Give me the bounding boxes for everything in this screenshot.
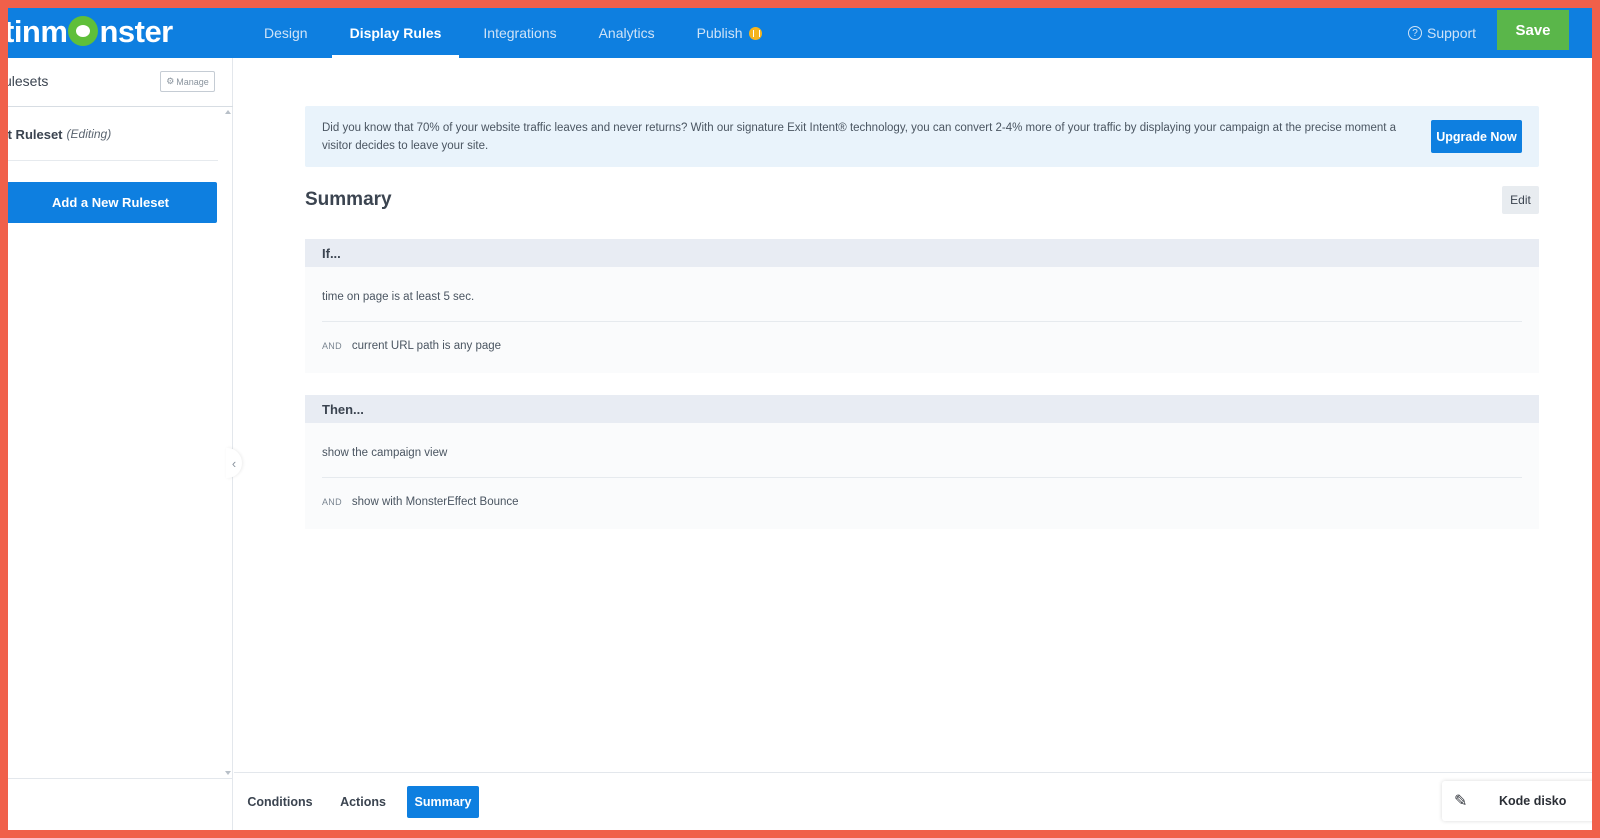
condition-text: current URL path is any page [352, 340, 501, 352]
action-row: AND show with MonsterEffect Bounce [322, 477, 1522, 525]
action-row: show the campaign view [322, 429, 1522, 477]
ruleset-editing-state: (Editing) [67, 127, 112, 141]
sidebar-scrollbar[interactable] [225, 110, 231, 775]
scroll-up-arrow-icon[interactable] [225, 110, 231, 114]
and-label: AND [322, 497, 342, 507]
exit-intent-upsell-banner: Did you know that 70% of your website tr… [305, 106, 1539, 167]
rulesets-sidebar: ulesets ⚙ Manage lt Ruleset (Editing) Ad… [8, 58, 233, 830]
app-frame: tinmnster Design Display Rules Integrati… [8, 8, 1592, 830]
and-label: AND [322, 341, 342, 351]
summary-title: Summary [305, 189, 392, 211]
condition-row: time on page is at least 5 sec. [322, 273, 1522, 321]
pause-badge-icon [749, 27, 762, 40]
sidebar-header: ulesets ⚙ Manage [8, 58, 233, 107]
action-text: show with MonsterEffect Bounce [352, 496, 519, 508]
top-navigation-bar: tinmnster Design Display Rules Integrati… [8, 8, 1592, 58]
main-content: Did you know that 70% of your website tr… [234, 58, 1592, 780]
support-link[interactable]: ? Support [1408, 8, 1476, 58]
kode-label: Kode disko [1499, 794, 1566, 808]
sidebar-title: ulesets [8, 73, 48, 89]
tab-conditions[interactable]: Conditions [244, 786, 316, 818]
edit-button[interactable]: Edit [1502, 186, 1539, 214]
tab-summary[interactable]: Summary [407, 786, 479, 818]
upsell-text: Did you know that 70% of your website tr… [322, 119, 1402, 155]
then-panel-title: Then... [305, 395, 1539, 423]
gear-icon: ⚙ [166, 76, 174, 87]
manage-button[interactable]: ⚙ Manage [160, 71, 215, 92]
condition-row: AND current URL path is any page [322, 321, 1522, 369]
nav-design[interactable]: Design [246, 8, 326, 58]
help-circle-icon: ? [1408, 26, 1422, 40]
ruleset-name: lt Ruleset [8, 127, 63, 142]
if-conditions-panel: If... time on page is at least 5 sec. AN… [305, 239, 1539, 373]
upgrade-now-button[interactable]: Upgrade Now [1431, 120, 1522, 153]
condition-text: time on page is at least 5 sec. [322, 291, 474, 303]
action-text: show the campaign view [322, 447, 447, 459]
scroll-down-arrow-icon[interactable] [225, 771, 231, 775]
ruleset-item[interactable]: lt Ruleset (Editing) [8, 108, 218, 161]
main-nav: Design Display Rules Integrations Analyt… [246, 8, 786, 58]
kode-disko-button[interactable]: ✎ Kode disko [1442, 781, 1592, 821]
bottom-tab-bar: Conditions Actions Summary ✎ Kode disko [234, 772, 1592, 830]
pencil-icon: ✎ [1454, 791, 1467, 811]
if-panel-title: If... [305, 239, 1539, 267]
tab-actions[interactable]: Actions [333, 786, 393, 818]
optinmonster-logo[interactable]: tinmnster [8, 14, 173, 50]
add-ruleset-button[interactable]: Add a New Ruleset [8, 182, 217, 223]
nav-integrations[interactable]: Integrations [465, 8, 574, 58]
mascot-logo-icon [68, 16, 98, 46]
nav-analytics[interactable]: Analytics [581, 8, 673, 58]
save-button[interactable]: Save [1497, 10, 1569, 50]
then-actions-panel: Then... show the campaign view AND show … [305, 395, 1539, 529]
nav-publish-label: Publish [697, 25, 743, 41]
support-label: Support [1427, 25, 1476, 41]
manage-label: Manage [176, 77, 209, 87]
sidebar-footer [8, 778, 233, 830]
nav-publish[interactable]: Publish [679, 8, 780, 58]
nav-display-rules[interactable]: Display Rules [332, 8, 460, 58]
